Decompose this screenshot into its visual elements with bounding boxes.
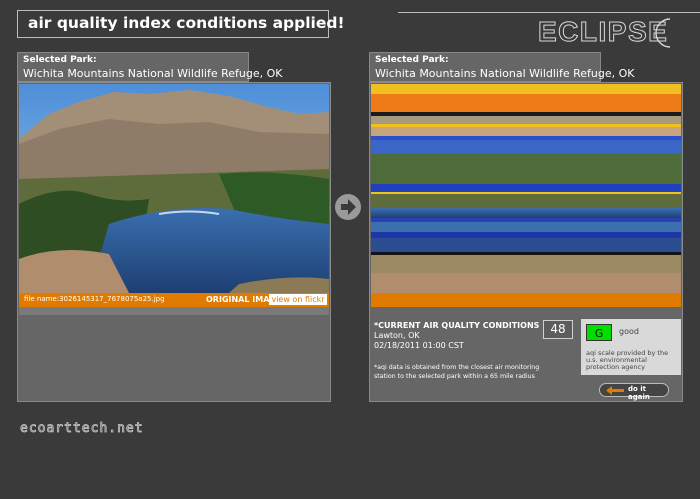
view-on-flickr-button[interactable]: view on flickr [269, 294, 327, 305]
left-lower-strip [19, 307, 329, 315]
eclipse-logo: ECLIPSE [537, 14, 688, 50]
aqi-value: 48 [543, 320, 573, 339]
do-it-again-label: do it again [628, 385, 650, 401]
processed-photo [371, 84, 681, 293]
aqi-footnote: *aqi data is obtained from the closest a… [374, 364, 540, 380]
processed-image-panel: *CURRENT AIR QUALITY CONDITIONS Lawton, … [369, 82, 683, 402]
location: Lawton, OK [374, 331, 420, 340]
park-name: Wichita Mountains National Wildlife Refu… [375, 67, 635, 80]
conditions-title: *CURRENT AIR QUALITY CONDITIONS [374, 321, 540, 330]
file-info-bar: file name:3026145317_7678075a25.jpg ORIG… [19, 293, 329, 307]
logo-text: ECLIPSE [537, 16, 669, 48]
site-link[interactable]: ecoarttech.net [20, 421, 144, 437]
aqi-scale-box: G good aqi scale provided by the u.s. en… [581, 319, 681, 375]
do-it-again-button[interactable]: do it again [599, 383, 669, 401]
crescent-moon-icon [655, 18, 671, 48]
original-photo [19, 84, 329, 293]
park-name: Wichita Mountains National Wildlife Refu… [23, 67, 283, 80]
conditions-block: *CURRENT AIR QUALITY CONDITIONS Lawton, … [374, 321, 539, 351]
original-image-panel: file name:3026145317_7678075a25.jpg ORIG… [17, 82, 331, 402]
aqi-grade-badge: G [586, 324, 612, 341]
selected-park-label: Selected Park: [375, 55, 449, 65]
datetime: 02/18/2011 01:00 CST [374, 341, 464, 350]
page-banner: air quality index conditions applied! [17, 10, 345, 38]
arrow-right-icon [335, 194, 361, 220]
processed-info-bar [371, 293, 681, 307]
banner-title: air quality index conditions applied! [28, 14, 345, 32]
file-name: file name:3026145317_7678075a25.jpg [24, 295, 165, 303]
aqi-scale-note: aqi scale provided by the u.s. environme… [586, 349, 669, 371]
selected-park-tab-right: Selected Park: Wichita Mountains Nationa… [369, 52, 634, 82]
arrow-left-icon [606, 386, 624, 395]
selected-park-label: Selected Park: [23, 55, 97, 65]
aqi-grade-label: good [619, 327, 639, 336]
selected-park-tab-left: Selected Park: Wichita Mountains Nationa… [17, 52, 282, 82]
header-rule [398, 12, 700, 13]
